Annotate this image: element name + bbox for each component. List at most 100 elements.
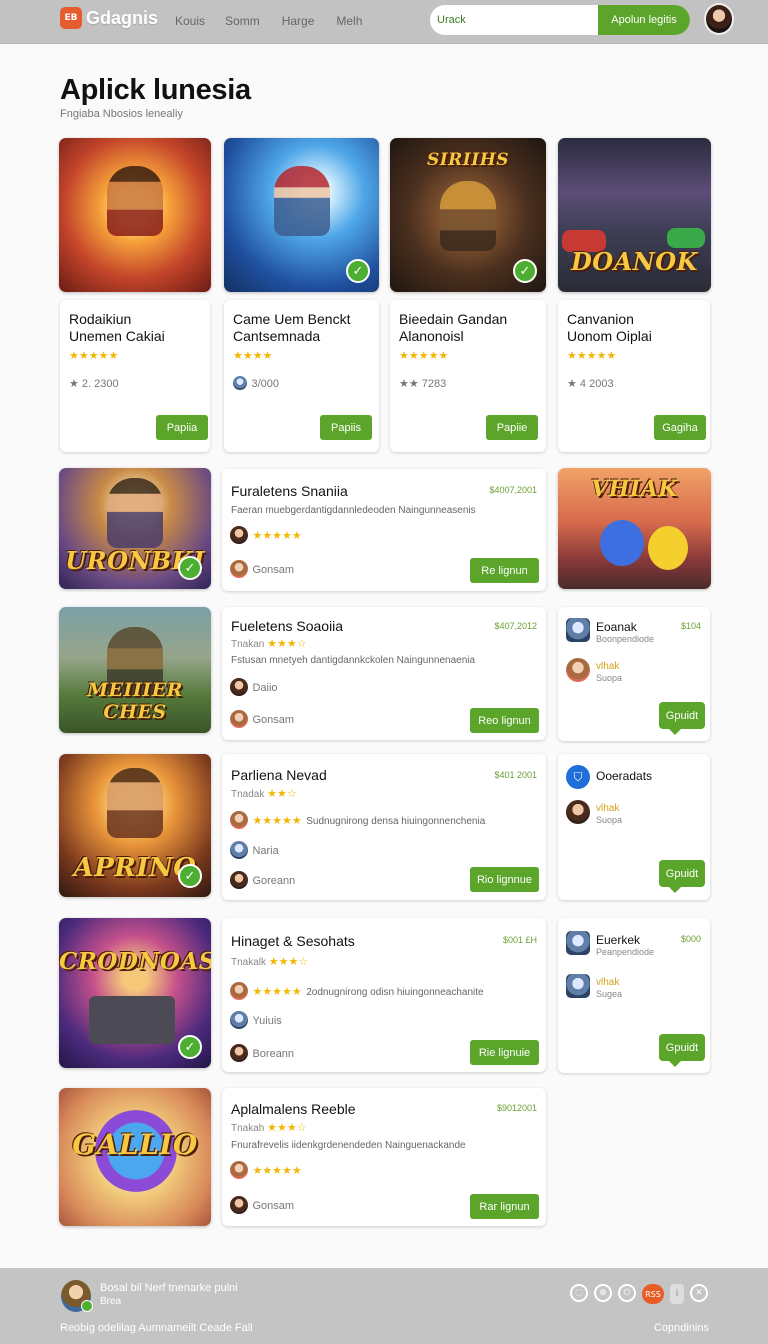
user-avatar[interactable] [704,3,734,35]
game-list-card-4[interactable]: Hinaget & Sesohats $001 £H Tnakalk ★★★☆ … [222,918,546,1072]
logo[interactable]: EB Gdagnis [60,7,158,29]
footer-subtitle: Brea [100,1296,122,1307]
nav-item-4[interactable]: Melh [336,14,362,28]
user-avatar-small [230,560,248,578]
card-title: Parliena Nevad [231,767,327,783]
game-list-card-2[interactable]: Fueletens Soaoiia $407,2012 Tnakan ★★★☆ … [222,607,546,740]
game-thumbnail-5[interactable]: URONBKI ✓ [59,468,211,589]
footer-links[interactable]: Reobig odelilag Aumnameilt Ceade Fall [60,1322,253,1334]
logo-text: Gdagnis [86,7,159,28]
globe-icon[interactable]: ⊕ [594,1284,612,1302]
game-thumbnail-6[interactable]: MEIIIER CHES [59,607,211,733]
nav-item-3[interactable]: Harge [282,14,315,28]
side-card-subtitle: Peanpendiode [596,947,655,957]
reviewer-name: Boreann [252,1048,295,1061]
game-thumbnail-2[interactable]: ✓ [224,138,379,292]
action-button[interactable]: Rio lignnue [470,867,539,892]
side-card-2[interactable]: ⛉ Ooeradats vlhak Suopa Gpuidt [558,754,710,900]
shield-icon: ⛉ [566,765,590,789]
search-button[interactable]: Apolun legitis [598,5,690,35]
message-button[interactable]: Gpuidt [659,860,705,893]
rating-stars: ★★☆ [267,787,297,800]
footer-avatar[interactable] [61,1280,93,1312]
creature-art [600,520,644,566]
user-name: vlhak [596,803,620,814]
side-card-1[interactable]: Eoanak Boonpendiode $104 vlhak Suopa Gpu… [558,607,710,741]
game-thumbnail-8[interactable]: CRODNOAS ✓ [59,918,211,1068]
character-art [107,165,163,236]
card-description: Faeran muebgerdantigdannledeoden Naingun… [231,505,476,516]
game-list-card-1[interactable]: Furaletens Snaniia $4007,2001 Faeran mue… [222,469,546,591]
verified-check-icon: ✓ [178,864,202,888]
character-art [107,477,163,548]
footer-title: Bosal bil Nerf tnenarke pulni [100,1282,238,1294]
rating-stars: ★★★★★ [252,1164,302,1178]
main-nav: Kouis Somm Harge Melh [175,14,362,28]
verified-check-icon: ✓ [346,259,370,283]
game-card-2[interactable]: Came Uem Benckt Cantsemnada ★★★★ 3/000 P… [224,300,379,452]
card-title: Canvanion [567,311,634,327]
side-card-3[interactable]: Euerkek Peanpendiode $000 vlhak Sugea Gp… [558,918,710,1073]
card-description: Sudnugnirong densa hiuingonnenchenia [306,816,486,828]
nav-item-1[interactable]: Kouis [175,14,205,28]
reviewer-name: Yuiuis [252,1015,282,1028]
rating-stars: ★★★★★ [69,349,119,362]
info-icon[interactable]: i [670,1284,684,1304]
price-label: $9012001 [496,1103,537,1113]
play-button[interactable]: Papiie [486,415,538,440]
game-thumbnail-9[interactable]: GALLIO [59,1088,211,1226]
reviewer-name: Daiio [252,682,278,695]
power-icon[interactable]: ⏻ [618,1284,636,1302]
card-title: Aplalmalens Reeble [231,1101,356,1117]
rss-icon[interactable]: RSS [642,1284,664,1304]
price-label: $000 [680,934,701,944]
settings-icon[interactable]: ◌ [570,1284,588,1302]
game-thumbnail-4[interactable]: DOANOK [558,138,711,292]
message-button[interactable]: Gpuidt [659,702,705,735]
action-button[interactable]: Rar lignun [470,1194,539,1219]
message-button[interactable]: Gpuidt [659,1034,705,1067]
action-button[interactable]: Re lignun [470,558,539,583]
game-card-3[interactable]: Bieedain Gandan Alanonoisl ★★★★★ ★★ 7283… [390,300,546,452]
user-avatar-small [230,1011,248,1029]
action-button[interactable]: Rie lignuie [470,1040,539,1065]
user-avatar-small [566,974,590,998]
thumbnail-title: VHIAK [591,476,678,502]
price-label: $001 £H [502,935,537,945]
footer-icon-row: ◌ ⊕ ⏻ RSS i ✕ [570,1284,708,1304]
card-title: Came Uem Benckt [233,311,351,327]
game-thumbnail-1[interactable] [59,138,211,292]
game-thumbnail-10[interactable]: VHIAK [558,468,711,589]
game-thumbnail-7[interactable]: APRINO ✓ [59,754,211,897]
play-button[interactable]: Papiis [320,415,372,440]
thumbnail-title: MEIIIER CHES [87,679,183,723]
game-list-card-3[interactable]: Parliena Nevad $401 2001 Tnadak ★★☆ ★★★★… [222,754,546,900]
user-avatar-small [233,375,247,390]
card-subtitle: Tnadak [231,789,265,800]
nav-item-2[interactable]: Somm [225,14,260,28]
card-subtitle: Tnakah [231,1123,265,1134]
top-nav-bar: EB Gdagnis Kouis Somm Harge Melh Apolun … [0,0,768,44]
game-list-card-5[interactable]: Aplalmalens Reeble $9012001 Tnakah ★★★☆ … [222,1088,546,1226]
action-button[interactable]: Reo lignun [470,708,539,733]
play-button[interactable]: Papiia [156,415,208,440]
game-card-4[interactable]: Canvanion Uonom Oiplai ★★★★★ ★ 4 2003 Ga… [558,300,710,452]
close-icon[interactable]: ✕ [690,1284,708,1302]
logo-badge-icon: EB [60,7,82,29]
card-title: Hinaget & Sesohats [231,933,355,949]
game-thumbnail-3[interactable]: SIRIIHS ✓ [390,138,546,292]
card-subtitle: Alanonoisl [399,328,464,344]
game-card-1[interactable]: Rodaikiun Unemen Cakiai ★★★★★ ★ 2. 2300 … [60,300,210,452]
card-subtitle: Cantsemnada [233,328,321,344]
search-input[interactable] [430,5,598,35]
user-subtitle: Suopa [596,673,623,683]
side-card-title: Ooeradats [596,769,653,783]
side-card-subtitle: Boonpendiode [596,634,655,644]
card-subtitle: Tnakan [231,639,265,650]
user-avatar-small [230,841,248,859]
reviewer-name: Goreann [252,875,296,888]
play-button[interactable]: Gagiha [654,415,706,440]
creature-art [648,526,688,570]
rating-stars: ★★★★★ [567,349,617,362]
footer-copyright: Copndinins [653,1322,709,1334]
